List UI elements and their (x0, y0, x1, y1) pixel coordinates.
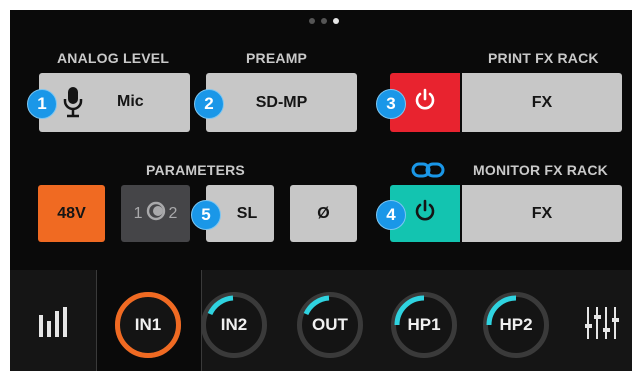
page-dot-active[interactable] (333, 18, 339, 24)
microphone-icon (63, 86, 83, 123)
tab-label: IN1 (134, 315, 162, 334)
callout-badge-3: 3 (376, 89, 406, 119)
channel-2-label: 2 (168, 204, 178, 222)
parameters-header: PARAMETERS (146, 162, 245, 178)
tab-hp1[interactable]: HP1 (391, 292, 457, 358)
tab-in2[interactable]: IN2 (201, 292, 267, 358)
tab-label: OUT (312, 315, 348, 334)
tab-in1[interactable]: IN1 (115, 292, 181, 358)
power-icon (413, 199, 437, 228)
stereo-link-channel-button[interactable]: 1 2 (121, 185, 190, 242)
print-fx-rack-header: PRINT FX RACK (488, 50, 599, 66)
device-screen: ANALOG LEVEL PREAMP PRINT FX RACK Mic 1 … (10, 10, 632, 371)
phase-invert-button[interactable]: Ø (290, 185, 357, 242)
analog-level-value: Mic (117, 93, 144, 110)
tab-hp2[interactable]: HP2 (483, 292, 549, 358)
page-dot[interactable] (309, 18, 315, 24)
print-fx-rack-button[interactable]: FX (462, 73, 622, 132)
level-meters-icon[interactable] (38, 305, 70, 344)
callout-badge-2: 2 (194, 89, 224, 119)
channel-1-label: 1 (133, 204, 143, 222)
monitor-fx-rack-button[interactable]: FX (462, 185, 622, 242)
monitor-fx-label: FX (531, 204, 553, 222)
phase-label: Ø (317, 204, 330, 222)
phantom-power-48v-button[interactable]: 48V (38, 185, 105, 242)
preamp-button[interactable]: SD-MP (206, 73, 357, 132)
analog-level-button[interactable]: Mic (39, 73, 190, 132)
tab-label: HP2 (499, 315, 533, 334)
preamp-value: SD-MP (255, 93, 308, 111)
monitor-fx-rack-header: MONITOR FX RACK (473, 162, 608, 178)
callout-badge-4: 4 (376, 200, 406, 230)
page-dot[interactable] (321, 18, 327, 24)
sl-label: SL (236, 204, 258, 222)
preamp-header: PREAMP (246, 50, 308, 66)
tab-label: IN2 (220, 315, 248, 334)
callout-badge-5: 5 (191, 200, 221, 230)
mixer-faders-icon[interactable] (584, 306, 620, 345)
analog-level-header: ANALOG LEVEL (57, 50, 170, 66)
tab-out[interactable]: OUT (297, 292, 363, 358)
phantom-power-label: 48V (57, 204, 86, 222)
link-rotate-icon (145, 200, 167, 227)
link-icon[interactable] (411, 160, 445, 185)
power-icon (413, 88, 437, 117)
callout-badge-1: 1 (27, 89, 57, 119)
page-indicator (309, 18, 339, 24)
print-fx-label: FX (531, 93, 553, 111)
tab-label: HP1 (407, 315, 441, 334)
